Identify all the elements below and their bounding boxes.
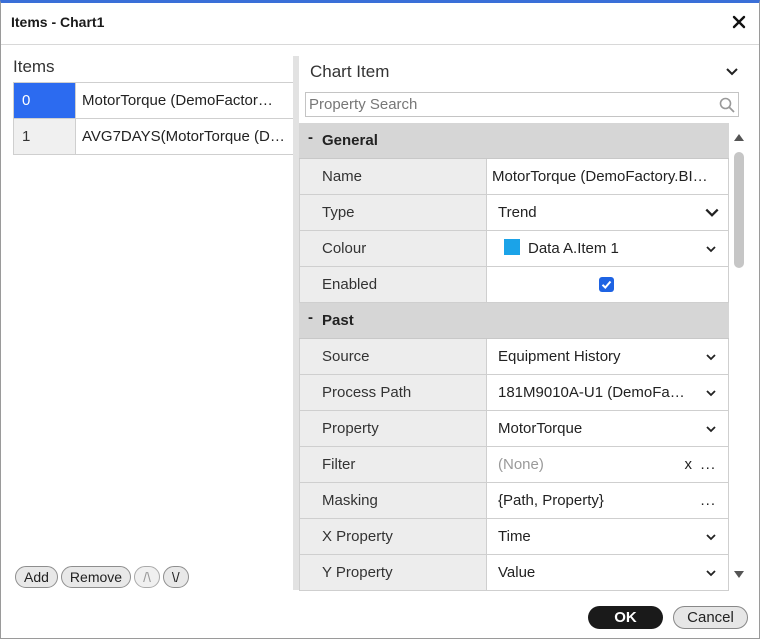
property-row-x-property: X Property Time xyxy=(299,519,729,555)
enabled-checkbox[interactable] xyxy=(599,277,614,292)
section-collapse-toggle[interactable]: - xyxy=(308,309,313,326)
cancel-button[interactable]: Cancel xyxy=(673,606,748,629)
property-row-type: Type Trend xyxy=(299,195,729,231)
chevron-down-icon xyxy=(706,534,716,541)
y-property-value: Value xyxy=(498,564,536,581)
property-row-name: Name MotorTorque (DemoFactory.BI… xyxy=(299,159,729,195)
scrollbar-thumb[interactable] xyxy=(734,152,744,268)
title-bar: Items - Chart1 xyxy=(1,3,759,45)
property-search xyxy=(305,92,739,117)
property-label: Colour xyxy=(299,231,487,266)
source-select[interactable]: Equipment History xyxy=(487,339,729,374)
property-row-colour: Colour Data A.Item 1 xyxy=(299,231,729,267)
chevron-down-icon xyxy=(726,68,738,76)
section-general: - General xyxy=(299,123,729,159)
checkmark-icon xyxy=(601,280,612,289)
colour-value: Data A.Item 1 xyxy=(528,240,619,257)
property-grid: - General Name MotorTorque (DemoFactory.… xyxy=(299,123,729,591)
move-down-button[interactable]: \/ xyxy=(162,566,189,588)
property-label: Type xyxy=(299,195,487,230)
item-name: MotorTorque (DemoFactor… xyxy=(75,82,294,119)
property-value: MotorTorque xyxy=(498,420,583,437)
property-search-input[interactable] xyxy=(306,93,706,116)
y-property-select[interactable]: Value xyxy=(487,555,729,590)
chevron-down-icon xyxy=(706,570,716,577)
property-label: Enabled xyxy=(299,267,487,302)
item-name: AVG7DAYS(MotorTorque (D… xyxy=(75,118,294,155)
property-row-property: Property MotorTorque xyxy=(299,411,729,447)
property-label: Masking xyxy=(299,483,487,518)
items-row[interactable]: 1 AVG7DAYS(MotorTorque (D… xyxy=(13,118,294,155)
property-row-source: Source Equipment History xyxy=(299,339,729,375)
property-label: Source xyxy=(299,339,487,374)
item-index: 1 xyxy=(13,118,76,155)
type-select[interactable]: Trend xyxy=(487,195,729,230)
section-title: Past xyxy=(322,312,354,329)
items-row[interactable]: 0 MotorTorque (DemoFactor… xyxy=(13,82,294,119)
property-row-y-property: Y Property Value xyxy=(299,555,729,591)
items-label: Items xyxy=(13,57,55,76)
property-grid-scrollbar[interactable] xyxy=(731,130,747,584)
x-property-select[interactable]: Time xyxy=(487,519,729,554)
type-value: Trend xyxy=(498,204,537,221)
property-row-masking: Masking {Path, Property} ... xyxy=(299,483,729,519)
masking-field[interactable]: {Path, Property} ... xyxy=(487,483,729,518)
filter-field[interactable]: (None) x ... xyxy=(487,447,729,482)
search-icon xyxy=(719,97,735,113)
source-value: Equipment History xyxy=(498,348,621,365)
property-label: Filter xyxy=(299,447,487,482)
colour-select[interactable]: Data A.Item 1 xyxy=(487,231,729,266)
masking-browse-button[interactable]: ... xyxy=(700,483,716,518)
property-label: Y Property xyxy=(299,555,487,590)
chevron-down-icon xyxy=(705,208,719,217)
property-label: X Property xyxy=(299,519,487,554)
name-field[interactable]: MotorTorque (DemoFactory.BI… xyxy=(487,159,729,194)
property-select[interactable]: MotorTorque xyxy=(487,411,729,446)
section-title: General xyxy=(322,132,378,149)
process-path-select[interactable]: 181M9010A-U1 (DemoFa… xyxy=(487,375,729,410)
chevron-down-icon xyxy=(706,354,716,361)
property-label: Process Path xyxy=(299,375,487,410)
colour-swatch xyxy=(504,239,520,255)
collapse-toggle[interactable] xyxy=(723,63,741,81)
items-dialog: Items - Chart1 Items 0 MotorTorque (Demo… xyxy=(0,0,760,639)
section-past: - Past xyxy=(299,303,729,339)
chevron-down-icon xyxy=(706,246,716,253)
enabled-cell xyxy=(487,267,729,302)
dialog-title: Items - Chart1 xyxy=(11,14,105,30)
add-button[interactable]: Add xyxy=(15,566,58,588)
property-row-filter: Filter (None) x ... xyxy=(299,447,729,483)
filter-clear-button[interactable]: x xyxy=(685,447,693,482)
masking-value: {Path, Property} xyxy=(498,492,604,509)
items-table: 0 MotorTorque (DemoFactor… 1 AVG7DAYS(Mo… xyxy=(13,82,294,155)
property-label: Name xyxy=(299,159,487,194)
property-label: Property xyxy=(299,411,487,446)
x-property-value: Time xyxy=(498,528,531,545)
remove-button[interactable]: Remove xyxy=(60,566,132,588)
scroll-up-icon[interactable] xyxy=(733,132,745,142)
scroll-down-icon[interactable] xyxy=(733,570,745,580)
move-up-button[interactable]: /\ xyxy=(134,566,160,588)
ok-button[interactable]: OK xyxy=(588,606,663,629)
property-row-process-path: Process Path 181M9010A-U1 (DemoFa… xyxy=(299,375,729,411)
filter-browse-button[interactable]: ... xyxy=(700,447,716,482)
close-button[interactable] xyxy=(729,11,749,33)
section-collapse-toggle[interactable]: - xyxy=(308,129,313,146)
process-path-value: 181M9010A-U1 (DemoFa… xyxy=(498,384,685,401)
chart-item-label: Chart Item xyxy=(310,62,390,81)
chevron-down-icon xyxy=(706,426,716,433)
item-buttons: Add Remove /\ \/ xyxy=(15,566,189,588)
chevron-down-icon xyxy=(706,390,716,397)
close-icon xyxy=(732,15,746,29)
item-index: 0 xyxy=(13,82,76,119)
property-row-enabled: Enabled xyxy=(299,267,729,303)
filter-value: (None) xyxy=(498,456,544,473)
